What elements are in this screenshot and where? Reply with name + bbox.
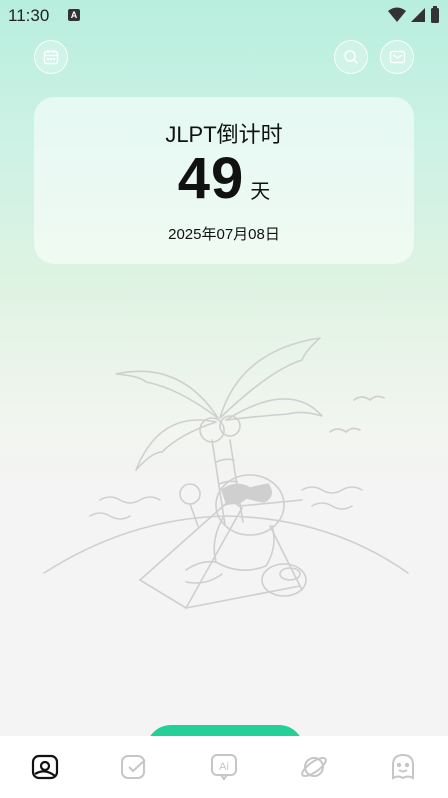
status-time: 11:30 <box>8 6 50 25</box>
ghost-profile-icon <box>392 753 415 780</box>
wifi-icon <box>388 7 406 22</box>
mail-button[interactable] <box>380 40 414 74</box>
signal-icon <box>411 8 425 22</box>
tab-explore[interactable] <box>292 745 336 789</box>
battery-icon <box>431 6 439 23</box>
search-button[interactable] <box>334 40 368 74</box>
tab-home[interactable] <box>23 745 67 789</box>
countdown-card[interactable]: JLPT倒计时 49 天 2025年07月08日 <box>34 97 414 264</box>
beach-palm-chair-illustration <box>43 337 409 609</box>
tab-profile[interactable] <box>381 745 425 789</box>
ai-icon: Ai <box>210 754 237 781</box>
countdown-days: 49 <box>177 146 245 211</box>
status-bar: 11:30 A <box>0 0 448 32</box>
countdown-count-row: 49 天 <box>34 145 414 212</box>
calendar-button[interactable] <box>34 40 68 74</box>
ai-label: Ai <box>219 761 229 773</box>
a-letter-icon: A <box>68 9 80 21</box>
countdown-unit: 天 <box>250 181 271 203</box>
home-card-icon <box>31 754 58 780</box>
tab-ai[interactable]: Ai <box>202 745 246 789</box>
calendar-icon <box>43 50 59 65</box>
planet-icon <box>300 756 327 778</box>
status-indicators <box>388 6 440 24</box>
tab-bar: Ai <box>0 736 448 798</box>
checklist-icon <box>121 755 147 779</box>
countdown-date: 2025年07月08日 <box>168 226 280 243</box>
search-icon <box>344 50 359 65</box>
tab-checklist[interactable] <box>112 745 156 789</box>
mail-icon <box>389 50 405 64</box>
